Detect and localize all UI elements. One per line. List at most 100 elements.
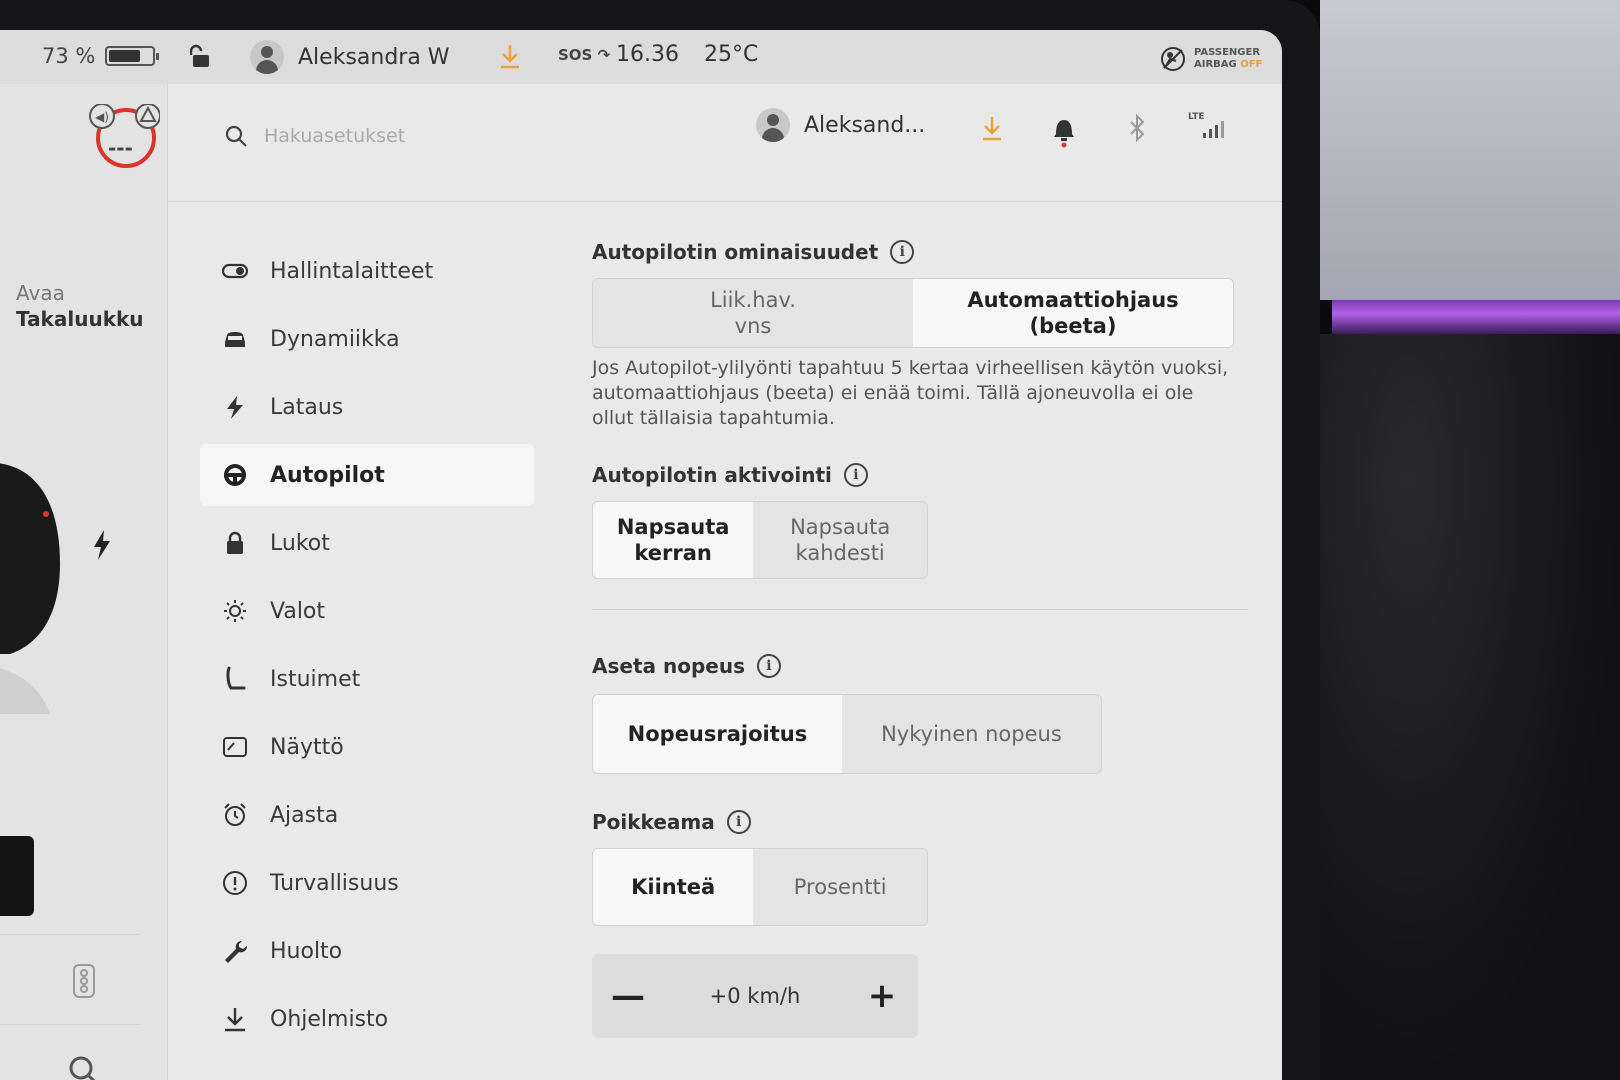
sidebar-item-label: Autopilot [270,462,385,488]
info-icon[interactable]: i [726,810,751,834]
sidebar-item-turvallisuus[interactable]: Turvallisuus [200,852,534,914]
battery-fill [109,50,141,62]
decrease-offset-button[interactable]: — [610,976,646,1016]
increase-offset-button[interactable]: + [864,976,900,1016]
charging-bolt-icon [94,530,110,560]
sidebar-item-lataus[interactable]: Lataus [200,376,534,438]
features-description: Jos Autopilot-ylilyönti tapahtuu 5 kerta… [592,357,1229,429]
download-icon[interactable] [498,42,522,70]
airbag-line1: PASSENGER [1194,47,1261,58]
activation-options-option[interactable]: Napsauta kerran [593,502,754,578]
info-icon[interactable]: i [890,240,915,264]
sidebar-item-valot[interactable]: Valot [200,580,534,642]
features-selector: Liik.hav. vns Automaattiohjaus (beeta) [592,278,1234,348]
offset-options-option[interactable]: Kiinteä [593,849,754,925]
bluetooth-icon[interactable] [1128,114,1146,142]
features-title: Autopilotin ominaisuudet i [592,240,1252,264]
info-icon[interactable]: i [756,654,781,678]
speed-options-option[interactable]: Nykyinen nopeus [842,695,1101,773]
unlock-icon[interactable] [190,44,212,68]
sun-icon [224,600,246,622]
autopilot-settings: Autopilotin ominaisuudet i Liik.hav. vns… [592,240,1252,1038]
settings-search-input[interactable] [264,116,624,156]
alert-circle-icon [223,871,247,895]
trunk-label: Takaluukku [16,307,144,331]
sidebar-item-dynamiikka[interactable]: Dynamiikka [200,308,534,370]
svg-text:◀): ◀) [95,110,109,124]
outside-temperature: 25°C [704,42,759,67]
offset-value: +0 km/h [709,984,801,1008]
sidebar-item-label: Ajasta [270,802,339,828]
profile-name: Aleksand... [804,112,926,138]
car-icon [225,332,245,347]
car-status-panel: ◀) --- Avaa Takaluukku [0,84,168,1080]
passenger-airbag-indicator: PASSENGER AIRBAG OFF [1160,46,1262,72]
features-options-option[interactable]: Automaattiohjaus (beeta) [913,279,1233,347]
trunk-action: Avaa [16,281,65,305]
sidebar-item-näyttö[interactable]: Näyttö [200,716,534,778]
avatar [756,108,790,142]
sidebar-item-hallintalaitteet[interactable]: Hallintalaitteet [200,240,534,302]
sidebar-item-istuimet[interactable]: Istuimet [200,648,534,710]
info-icon[interactable]: i [843,463,868,487]
phone-icon: ↷ [597,46,611,64]
traffic-light-button[interactable] [0,934,140,1024]
activation-title: Autopilotin aktivointi i [592,463,1252,487]
battery-icon [105,46,160,66]
offset-options-option[interactable]: Prosentti [753,849,927,925]
offset-type-selector: Kiinteä Prosentti [592,848,928,926]
car-door-panel [0,836,34,916]
map-search-button[interactable] [0,1024,140,1080]
sidebar-item-label: Lukot [270,530,330,556]
driver-name: Aleksandra W [298,44,450,70]
notification-bell-icon[interactable] [1052,114,1076,148]
signal-bars [1203,121,1224,138]
sos-button[interactable]: SOS ↷ [558,46,610,64]
background-window [1320,0,1620,300]
profile-button[interactable]: Aleksand... [756,108,925,142]
sidebar-item-autopilot[interactable]: Autopilot [200,444,534,506]
ambient-light-strip [1332,300,1620,334]
bolt-icon [227,396,243,419]
wrench-icon [225,940,248,963]
traffic-light-icon [73,964,95,998]
lock-icon [227,531,243,554]
driver-profile[interactable]: Aleksandra W [250,40,450,74]
sidebar-item-label: Hallintalaitteet [270,258,434,284]
offset-title-text: Poikkeama [592,810,715,834]
open-trunk-button[interactable]: Avaa Takaluukku [16,280,144,332]
speed-limit-value: --- [108,136,133,160]
sos-label: SOS [558,46,593,64]
download-icon [225,1008,245,1032]
offset-stepper: — +0 km/h + [592,954,918,1038]
search-icon [69,1056,96,1080]
sidebar-item-ohjelmisto[interactable]: Ohjelmisto [200,988,534,1050]
speed-title-text: Aseta nopeus [592,654,745,678]
set-speed-selector: Nopeusrajoitus Nykyinen nopeus [592,694,1102,774]
steering-wheel-icon [224,464,246,486]
sidebar-item-lukot[interactable]: Lukot [200,512,534,574]
activation-options-option[interactable]: Napsauta kahdesti [753,502,927,578]
toggle-icon [222,263,248,279]
speed-options-option[interactable]: Nopeusrajoitus [593,695,842,773]
sidebar-item-huolto[interactable]: Huolto [200,920,534,982]
activation-selector: Napsauta kerran Napsauta kahdesti [592,501,928,579]
sidebar-item-label: Ohjelmisto [270,1006,389,1032]
settings-header: Aleksand... LTE [168,84,1282,202]
status-bar: 73 % Aleksandra W SOS ↷ 16.36 25°C PASSE… [0,30,1282,84]
airbag-state: OFF [1240,59,1263,70]
sidebar-item-ajasta[interactable]: Ajasta [200,784,534,846]
features-title-text: Autopilotin ominaisuudet [592,240,879,264]
battery-indicator[interactable]: 73 % [42,44,160,68]
airbag-icon [1161,47,1185,71]
touchscreen: 73 % Aleksandra W SOS ↷ 16.36 25°C PASSE… [0,30,1282,1080]
settings-menu: Hallintalaitteet Dynamiikka Lataus Autopilo… [200,240,534,1056]
section-divider [592,609,1248,610]
software-download-icon[interactable] [980,114,1004,142]
sidebar-item-label: Huolto [270,938,343,964]
avatar [250,40,284,74]
seat-icon [226,666,246,690]
sidebar-item-label: Turvallisuus [270,870,399,896]
features-options-option[interactable]: Liik.hav. vns [593,279,913,347]
battery-percent: 73 % [42,44,96,68]
